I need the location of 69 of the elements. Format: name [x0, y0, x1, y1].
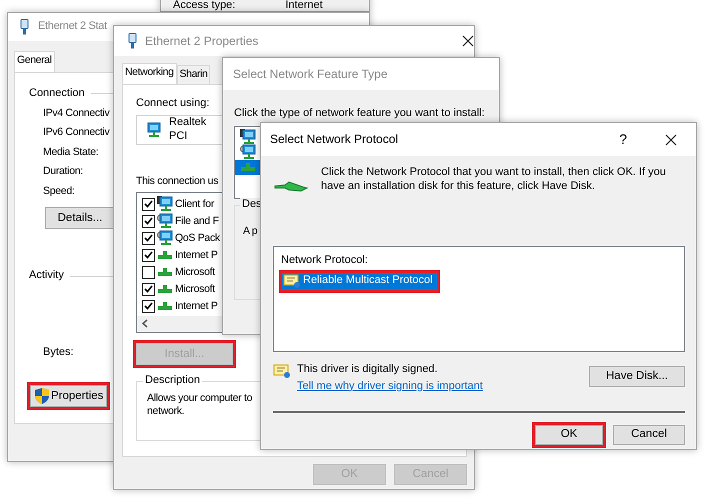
dialog-button[interactable]: Cancel	[613, 424, 685, 444]
component-label: QoS Pack	[175, 232, 220, 245]
window-title: Select Network Protocol	[270, 132, 398, 147]
component-label: Microsoft	[175, 282, 215, 296]
checkbox[interactable]	[142, 266, 155, 279]
close-icon[interactable]	[462, 35, 474, 47]
checkbox[interactable]	[142, 232, 155, 245]
network-protocol-icon	[240, 162, 256, 172]
tab[interactable]: General	[14, 51, 55, 72]
network-protocol-icon	[157, 284, 173, 294]
list-item[interactable]	[235, 160, 261, 175]
checkbox[interactable]	[142, 214, 155, 228]
section-heading: Activity	[29, 269, 64, 283]
network-protocol-icon	[157, 250, 173, 260]
component-label: File and F	[175, 214, 219, 228]
field-label: IPv6 Connectiv	[43, 125, 110, 140]
gear-monitor-icon	[240, 144, 256, 160]
network-adapter-icon	[145, 122, 161, 138]
dialog-button[interactable]: OK	[535, 424, 603, 444]
properties-button[interactable]: Properties	[30, 385, 107, 407]
shield-icon	[35, 388, 49, 404]
prompt-text: Click the type of network feature you want to install:	[234, 107, 485, 121]
field-label: Duration:	[43, 164, 83, 180]
field-label: IPv4 Connectiv	[43, 106, 110, 121]
group-heading: Description	[143, 374, 202, 388]
component-label: Internet P	[175, 300, 218, 313]
network-computer-icon	[240, 129, 256, 146]
field-value: Internet	[285, 0, 323, 11]
instruction-text: Click the Network Protocol that you want to install, then click OK. If you have an installation disk for this feature, click Have Disk.	[321, 165, 667, 194]
checkbox[interactable]	[142, 282, 155, 296]
ethernet-icon	[20, 19, 29, 35]
field-label: Access type:	[173, 0, 236, 11]
window-title: Ethernet 2 Properties	[145, 34, 258, 48]
certificate-icon	[273, 363, 291, 379]
ethernet-icon	[128, 33, 137, 49]
component-label: Microsoft	[175, 266, 215, 279]
list-heading: Network Protocol:	[280, 254, 368, 268]
gear-monitor-icon	[157, 230, 173, 246]
adapter-field: Realtek PCI	[136, 114, 223, 145]
field-label: Speed:	[43, 184, 74, 199]
checkbox[interactable]	[142, 248, 155, 262]
gear-monitor-icon	[157, 213, 173, 230]
component-label: Internet P	[175, 248, 218, 262]
description-text: A p	[243, 224, 258, 238]
field-label: This connection us	[136, 174, 218, 188]
network-protocol-icon	[157, 301, 173, 312]
window-title: Select Network Feature Type	[233, 66, 388, 82]
field-label: Connect using:	[136, 97, 210, 111]
tab[interactable]: Sharin	[176, 65, 210, 84]
section-heading: Connection	[29, 87, 85, 101]
close-icon[interactable]	[665, 134, 677, 146]
description-text: Allows your computer to network.	[147, 392, 252, 418]
window-title: Ethernet 2 Stat	[38, 20, 107, 34]
link[interactable]: Tell me why driver signing is important	[297, 380, 483, 394]
details-button[interactable]: Details...	[45, 207, 114, 230]
network-computer-icon	[157, 196, 173, 212]
help-button[interactable]: ?	[619, 130, 627, 148]
list-item[interactable]: Reliable Multicast Protocol	[282, 272, 437, 290]
signature-text: This driver is digitally signed.	[297, 363, 438, 377]
field-label: Bytes:	[43, 346, 74, 360]
checkbox[interactable]	[142, 198, 155, 211]
field-label: Media State:	[43, 144, 98, 160]
chevron-left-icon	[142, 319, 148, 328]
tab[interactable]: Networking	[122, 63, 177, 84]
have-disk-button[interactable]: Have Disk...	[589, 366, 685, 387]
certificate-icon	[283, 273, 301, 290]
checkbox[interactable]	[142, 300, 155, 313]
network-protocol-icon	[157, 267, 173, 278]
component-label: Client for	[175, 198, 214, 211]
